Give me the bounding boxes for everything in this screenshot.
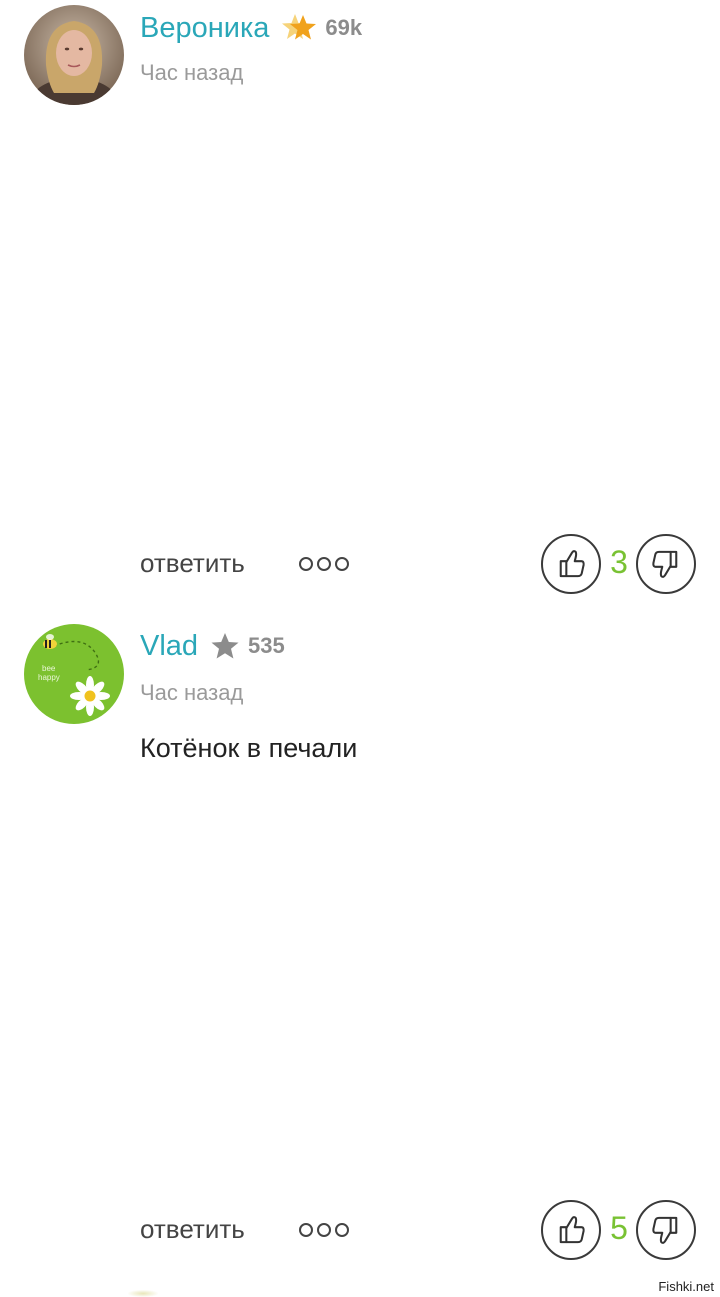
comment-timestamp: Час назад [140, 60, 244, 85]
username[interactable]: Vlad [140, 628, 198, 664]
likes-count: 5 [610, 1210, 628, 1246]
comment-header: Вероника 69k [140, 10, 362, 46]
thumbs-down-icon[interactable] [636, 1200, 696, 1260]
thumbs-up-icon[interactable] [541, 534, 601, 594]
more-options-icon[interactable] [298, 554, 350, 574]
reply-button[interactable]: ответить [140, 1214, 245, 1245]
comment-text: Котёнок в печали [140, 733, 358, 763]
username[interactable]: Вероника [140, 10, 269, 46]
gray-star-icon [210, 631, 240, 661]
comment-header: Vlad 535 [140, 628, 285, 664]
comment-timestamp: Час назад [140, 680, 244, 705]
thumbs-down-icon[interactable] [636, 534, 696, 594]
comment-actions: ответить 5 [0, 1200, 720, 1260]
comment-item: Вероника 69k Час назад ответить 3 [0, 0, 720, 610]
more-options-icon[interactable] [298, 1220, 350, 1240]
avatar[interactable] [24, 5, 124, 105]
gold-star-icon [281, 12, 317, 44]
svg-text:bee: bee [42, 664, 56, 673]
user-rating: 69k [325, 15, 363, 40]
reply-button[interactable]: ответить [140, 548, 245, 579]
avatar[interactable]: bee happy [24, 624, 124, 724]
watermark: Fishki.net [656, 1279, 716, 1294]
svg-text:happy: happy [38, 673, 60, 682]
comment-item: bee happy Vlad 535 Час назад Котёнок в п… [0, 620, 720, 1280]
likes-count: 3 [610, 544, 628, 580]
user-rating: 535 [248, 633, 285, 658]
thumbs-up-icon[interactable] [541, 1200, 601, 1260]
comment-actions: ответить 3 [0, 534, 720, 594]
next-comment-avatar-edge [128, 1290, 158, 1297]
comments-feed: Вероника 69k Час назад ответить 3 bee ha… [0, 0, 720, 1297]
